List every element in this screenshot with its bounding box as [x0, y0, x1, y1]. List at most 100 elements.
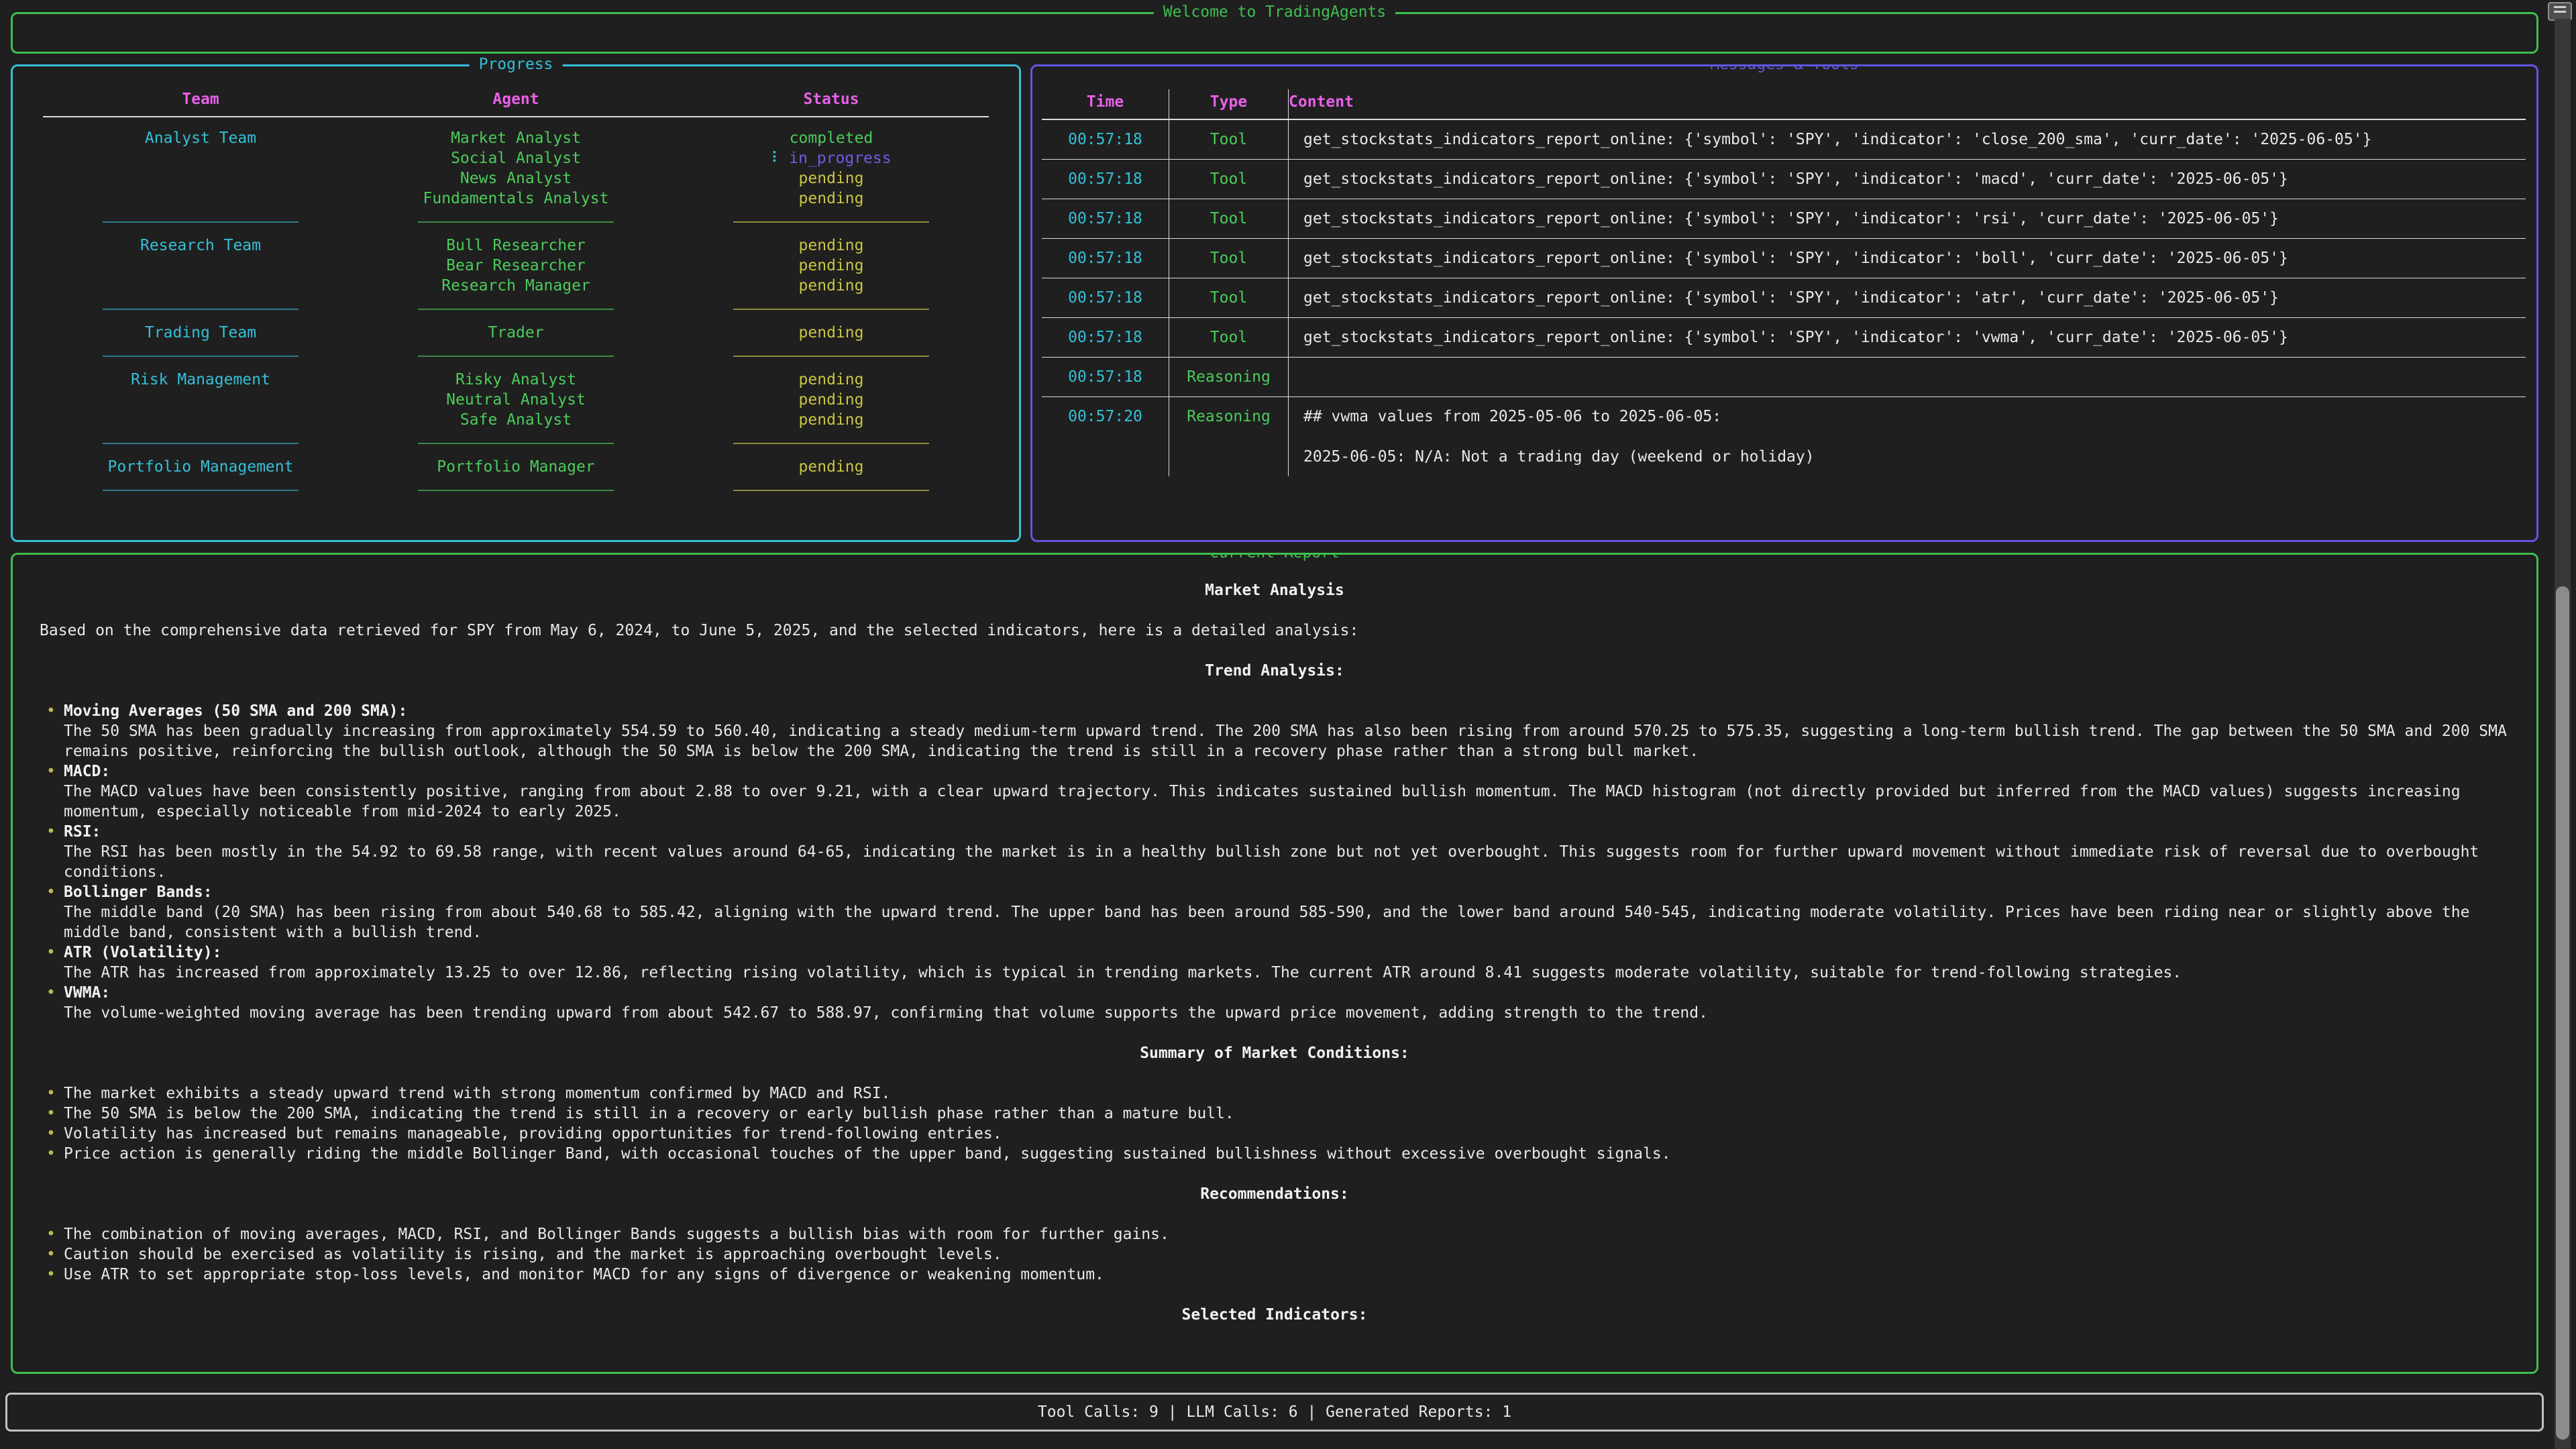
status-badge: pending	[674, 457, 989, 477]
message-content: get_stockstats_indicators_report_online:…	[1289, 239, 2526, 278]
bullet-label: Bollinger Bands:	[64, 882, 2510, 902]
report-bullet: • Caution should be exercised as volatil…	[40, 1244, 2510, 1265]
stats-text: Tool Calls: 9 | LLM Calls: 6 | Generated…	[1038, 1403, 1511, 1421]
messages-panel: Messages & Tools Time Type Content 00:57…	[1030, 64, 2538, 542]
table-row: News Analyst pending	[43, 168, 989, 189]
message-type: Tool	[1169, 278, 1289, 317]
progress-col-status: Status	[674, 89, 989, 116]
message-type: Tool	[1169, 199, 1289, 238]
message-type: Tool	[1169, 239, 1289, 278]
message-row: 00:57:18 Tool get_stockstats_indicators_…	[1042, 160, 2526, 199]
status-text: in_progress	[789, 150, 891, 167]
agent-label: News Analyst	[358, 168, 674, 189]
messages-table-header: Time Type Content	[1042, 89, 2526, 120]
status-badge: pending	[674, 235, 989, 256]
table-row: Neutral Analyst pending	[43, 390, 989, 410]
messages-col-type: Type	[1169, 89, 1289, 119]
agent-label: Bull Researcher	[358, 235, 674, 256]
bullet-icon: •	[46, 1124, 56, 1144]
status-badge: ⠇in_progress	[674, 148, 989, 168]
message-content-line: 2025-06-05: N/A: Not a trading day (week…	[1303, 447, 2518, 467]
group-separator	[43, 430, 989, 457]
report-bullet: • Use ATR to set appropriate stop-loss l…	[40, 1265, 2510, 1285]
message-type: Reasoning	[1169, 397, 1289, 476]
terminal-menu-icon[interactable]	[2548, 2, 2572, 21]
progress-table: Team Agent Status Analyst Team Market An…	[43, 89, 989, 504]
bullet-icon: •	[46, 943, 56, 963]
status-badge: pending	[674, 276, 989, 296]
team-label: Analyst Team	[43, 128, 358, 148]
agent-label: Fundamentals Analyst	[358, 189, 674, 209]
message-row: 00:57:18 Tool get_stockstats_indicators_…	[1042, 199, 2526, 239]
status-badge: pending	[674, 410, 989, 430]
agent-label: Risky Analyst	[358, 370, 674, 390]
table-row: Risk Management Risky Analyst pending	[43, 370, 989, 390]
message-time: 00:57:18	[1042, 278, 1169, 317]
bullet-text: Price action is generally riding the mid…	[64, 1145, 1671, 1163]
bullet-label: ATR (Volatility):	[64, 943, 2510, 963]
message-content: get_stockstats_indicators_report_online:…	[1289, 318, 2526, 357]
status-badge: pending	[674, 370, 989, 390]
message-time: 00:57:20	[1042, 397, 1169, 476]
group-separator	[43, 477, 989, 504]
table-row: Social Analyst ⠇in_progress	[43, 148, 989, 168]
message-time: 00:57:18	[1042, 239, 1169, 278]
market-summary-list: • The market exhibits a steady upward tr…	[40, 1083, 2510, 1164]
message-type: Tool	[1169, 318, 1289, 357]
agent-label: Portfolio Manager	[358, 457, 674, 477]
report-bullet: • RSI: The RSI has been mostly in the 54…	[40, 822, 2510, 882]
message-type: Tool	[1169, 160, 1289, 199]
bullet-text: The combination of moving averages, MACD…	[64, 1226, 1169, 1243]
section-heading: Trend Analysis:	[40, 661, 2510, 681]
progress-col-agent: Agent	[358, 89, 674, 116]
status-badge: pending	[674, 168, 989, 189]
current-report-panel: Current Report Market Analysis Based on …	[11, 553, 2538, 1374]
agent-label: Bear Researcher	[358, 256, 674, 276]
message-content-line: ## vwma values from 2025-05-06 to 2025-0…	[1303, 407, 2518, 427]
agent-label: Research Manager	[358, 276, 674, 296]
table-row: Fundamentals Analyst pending	[43, 189, 989, 209]
team-label: Trading Team	[43, 323, 358, 343]
trend-analysis-list: • Moving Averages (50 SMA and 200 SMA): …	[40, 701, 2510, 1023]
message-time: 00:57:18	[1042, 160, 1169, 199]
recommendations-list: • The combination of moving averages, MA…	[40, 1224, 2510, 1285]
bullet-text: The ATR has increased from approximately…	[64, 964, 2182, 981]
report-panel-title: Current Report	[1200, 553, 1349, 561]
agent-label: Safe Analyst	[358, 410, 674, 430]
report-bullet: • The market exhibits a steady upward tr…	[40, 1083, 2510, 1104]
agent-label: Social Analyst	[358, 148, 674, 168]
message-row: 00:57:18 Tool get_stockstats_indicators_…	[1042, 120, 2526, 160]
agent-label: Neutral Analyst	[358, 390, 674, 410]
bullet-text: Use ATR to set appropriate stop-loss lev…	[64, 1266, 1104, 1283]
message-time: 00:57:18	[1042, 318, 1169, 357]
bullet-icon: •	[46, 1083, 56, 1104]
bullet-label: RSI:	[64, 822, 2510, 842]
group-separator	[43, 343, 989, 370]
report-bullet: • Volatility has increased but remains m…	[40, 1124, 2510, 1144]
message-type: Tool	[1169, 120, 1289, 159]
welcome-title: Welcome to TradingAgents	[1154, 3, 1395, 21]
status-badge: pending	[674, 390, 989, 410]
message-content: ## vwma values from 2025-05-06 to 2025-0…	[1289, 397, 2526, 476]
bullet-icon: •	[46, 761, 56, 782]
bullet-text: The MACD values have been consistently p…	[64, 783, 2461, 820]
bullet-label: Moving Averages (50 SMA and 200 SMA):	[64, 701, 2510, 721]
message-content: get_stockstats_indicators_report_online:…	[1289, 278, 2526, 317]
bullet-icon: •	[46, 1104, 56, 1124]
scrollbar-thumb[interactable]	[2556, 586, 2569, 1440]
messages-table: Time Type Content 00:57:18 Tool get_stoc…	[1042, 89, 2526, 476]
scrollbar-track[interactable]	[2555, 19, 2571, 1449]
report-heading: Market Analysis	[40, 580, 2510, 600]
section-heading: Summary of Market Conditions:	[40, 1043, 2510, 1063]
status-badge: pending	[674, 323, 989, 343]
message-row: 00:57:18 Tool get_stockstats_indicators_…	[1042, 318, 2526, 358]
bullet-text: The market exhibits a steady upward tren…	[64, 1085, 890, 1102]
report-bullet: • The combination of moving averages, MA…	[40, 1224, 2510, 1244]
report-body: Market Analysis Based on the comprehensi…	[13, 555, 2536, 1325]
table-row: Research Manager pending	[43, 276, 989, 296]
progress-table-header: Team Agent Status	[43, 89, 989, 116]
main-content: Welcome to TradingAgents Progress Team A…	[11, 12, 2538, 1432]
team-label: Research Team	[43, 235, 358, 256]
bullet-text: Caution should be exercised as volatilit…	[64, 1246, 1002, 1263]
bullet-text: The RSI has been mostly in the 54.92 to …	[64, 843, 2479, 881]
